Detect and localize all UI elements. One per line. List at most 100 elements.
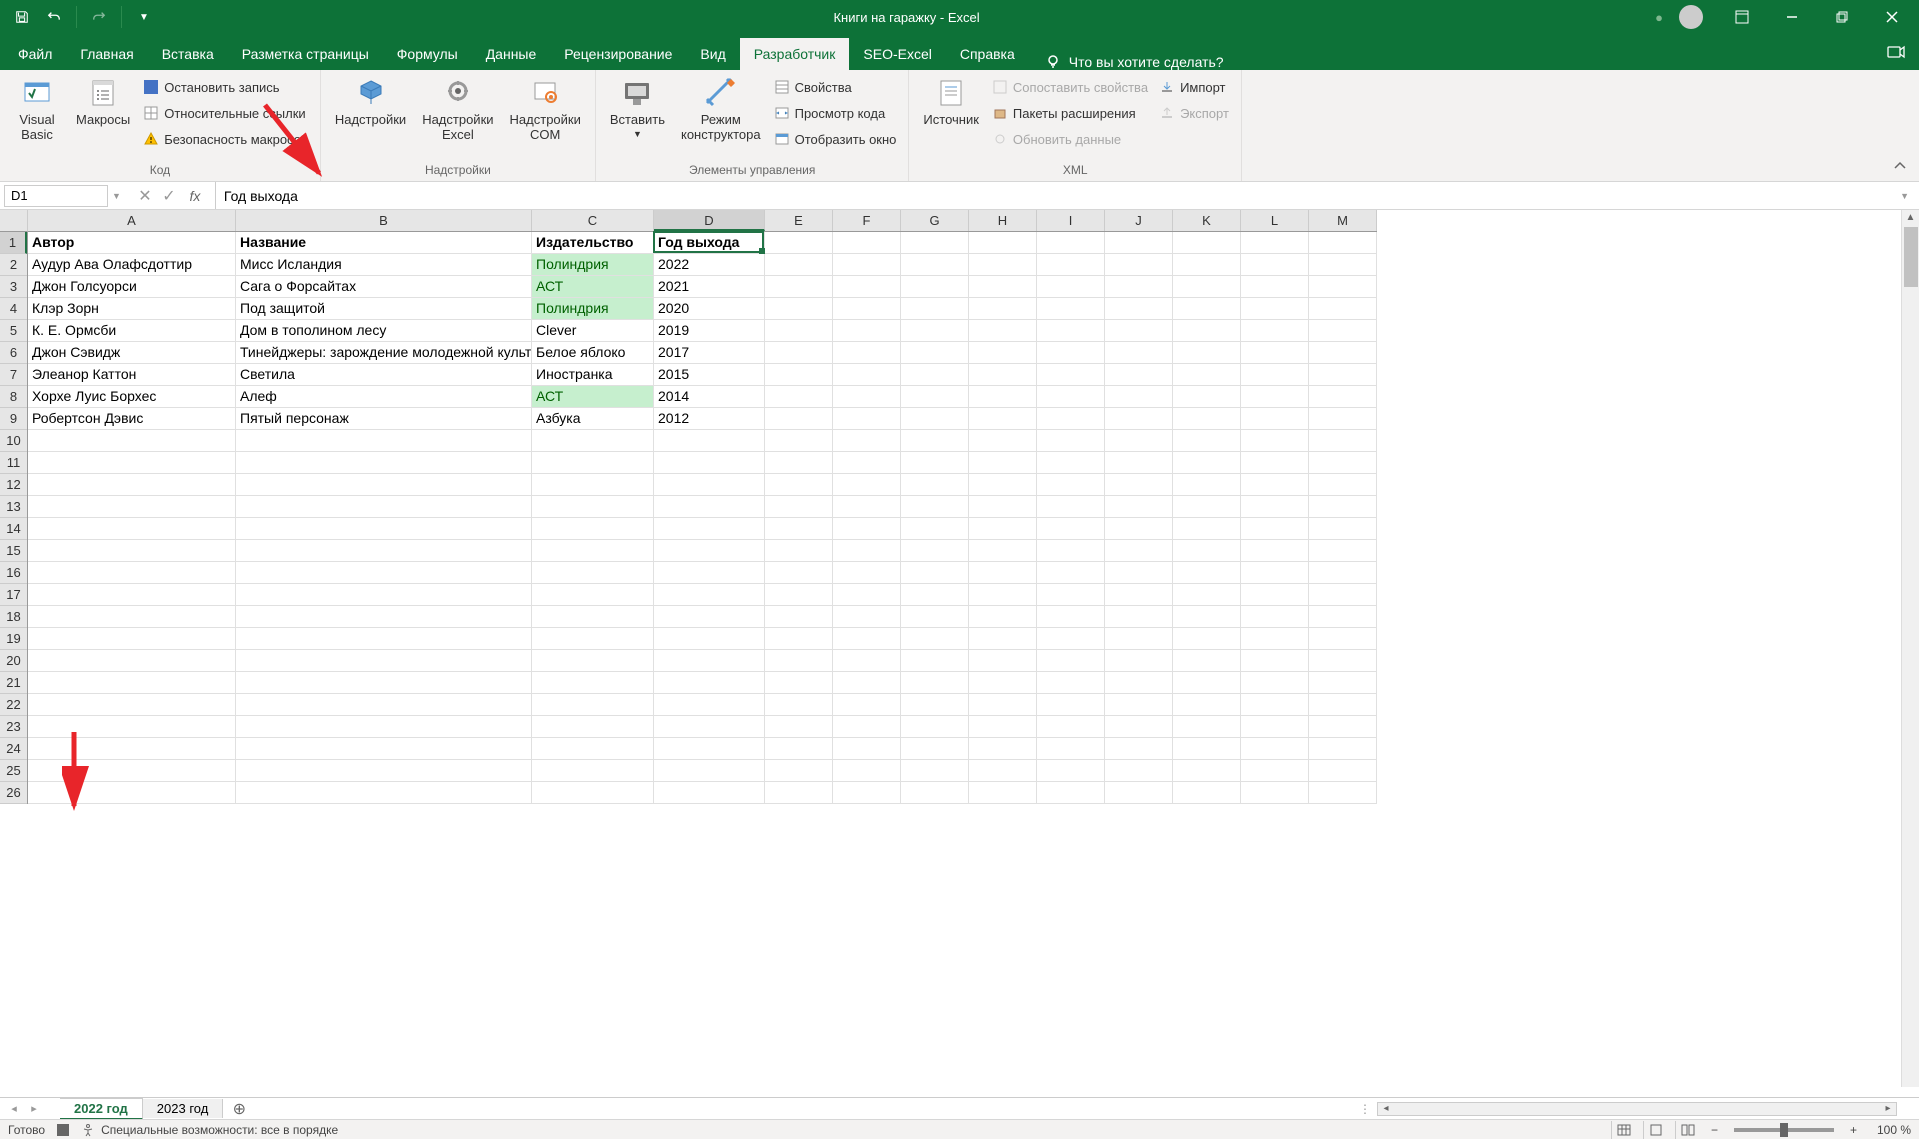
cell[interactable] [1105,342,1173,364]
cell[interactable] [28,694,236,716]
cell[interactable] [1309,320,1377,342]
cell[interactable] [833,276,901,298]
worksheet[interactable]: ABCDEFGHIJKLM 12345678910111213141516171… [0,210,1919,1103]
cell[interactable] [236,650,532,672]
cell[interactable] [765,760,833,782]
cell[interactable] [28,716,236,738]
cell[interactable] [765,320,833,342]
cell[interactable] [532,672,654,694]
cell[interactable] [1241,342,1309,364]
macros-button[interactable]: Макросы [70,74,136,129]
cell[interactable] [236,672,532,694]
cell[interactable] [1241,694,1309,716]
row-header-13[interactable]: 13 [0,496,27,518]
cell[interactable] [765,628,833,650]
cell[interactable] [1241,518,1309,540]
cell[interactable]: Хорхе Луис Борхес [28,386,236,408]
cell[interactable] [901,606,969,628]
cell[interactable] [236,518,532,540]
cell[interactable] [969,430,1037,452]
cell[interactable] [1241,672,1309,694]
cell[interactable]: 2012 [654,408,765,430]
cell[interactable] [901,386,969,408]
cell[interactable] [901,364,969,386]
cell[interactable] [765,496,833,518]
cell[interactable] [1173,760,1241,782]
row-header-16[interactable]: 16 [0,562,27,584]
cell[interactable] [1241,584,1309,606]
row-header-1[interactable]: 1 [0,232,27,254]
cell[interactable] [1309,760,1377,782]
tab-file[interactable]: Файл [4,38,66,70]
cell[interactable] [654,694,765,716]
zoom-out-button[interactable]: − [1707,1123,1722,1137]
cell[interactable] [1037,562,1105,584]
cell[interactable] [969,694,1037,716]
cell[interactable]: Белое яблоко [532,342,654,364]
cell[interactable] [1309,276,1377,298]
cell[interactable] [1037,342,1105,364]
cell[interactable]: 2020 [654,298,765,320]
cell[interactable]: Иностранка [532,364,654,386]
cell[interactable] [1173,386,1241,408]
cell[interactable] [969,254,1037,276]
cell[interactable] [765,606,833,628]
cell[interactable] [901,408,969,430]
cell[interactable] [1105,430,1173,452]
cell[interactable] [532,584,654,606]
cell[interactable] [532,430,654,452]
col-header-K[interactable]: K [1173,210,1241,231]
cell[interactable] [1241,540,1309,562]
cell[interactable] [765,430,833,452]
cell[interactable] [901,298,969,320]
cell[interactable]: Светила [236,364,532,386]
col-header-F[interactable]: F [833,210,901,231]
cell[interactable] [1173,496,1241,518]
cell[interactable] [969,276,1037,298]
cell[interactable] [1173,606,1241,628]
cell[interactable] [1105,650,1173,672]
cell[interactable]: 2014 [654,386,765,408]
insert-control-button[interactable]: Вставить▼ [604,74,671,141]
cell[interactable] [28,782,236,804]
cell[interactable] [1037,408,1105,430]
row-header-18[interactable]: 18 [0,606,27,628]
cell[interactable] [901,276,969,298]
cell[interactable] [1241,496,1309,518]
cell[interactable] [901,430,969,452]
cell[interactable] [28,452,236,474]
cell[interactable] [969,672,1037,694]
cell[interactable] [1241,738,1309,760]
cell[interactable]: Пятый персонаж [236,408,532,430]
cell[interactable] [1241,386,1309,408]
cell[interactable] [765,364,833,386]
cell[interactable] [1105,782,1173,804]
cell[interactable] [833,474,901,496]
run-dialog-button[interactable]: Отобразить окно [771,126,901,152]
cell[interactable] [236,760,532,782]
visual-basic-button[interactable]: Visual Basic [8,74,66,144]
cell[interactable] [532,760,654,782]
cell[interactable] [833,254,901,276]
cell[interactable] [1105,562,1173,584]
cell[interactable] [765,738,833,760]
map-properties-button[interactable]: Сопоставить свойства [989,74,1152,100]
cell[interactable] [654,672,765,694]
cell[interactable] [28,650,236,672]
cell[interactable]: Полиндрия [532,298,654,320]
cell[interactable] [1037,738,1105,760]
cell[interactable] [532,518,654,540]
cell[interactable]: Полиндрия [532,254,654,276]
recording-indicator-icon[interactable] [57,1124,69,1136]
cell[interactable] [969,606,1037,628]
cell[interactable]: Тинейджеры: зарождение молодежной культу… [236,342,532,364]
row-header-19[interactable]: 19 [0,628,27,650]
cell[interactable] [236,430,532,452]
zoom-slider[interactable] [1734,1128,1834,1132]
expansion-packs-button[interactable]: Пакеты расширения [989,100,1152,126]
cell[interactable] [1105,496,1173,518]
cell[interactable] [532,694,654,716]
cell[interactable] [833,518,901,540]
cell[interactable] [654,540,765,562]
cell[interactable] [1173,628,1241,650]
